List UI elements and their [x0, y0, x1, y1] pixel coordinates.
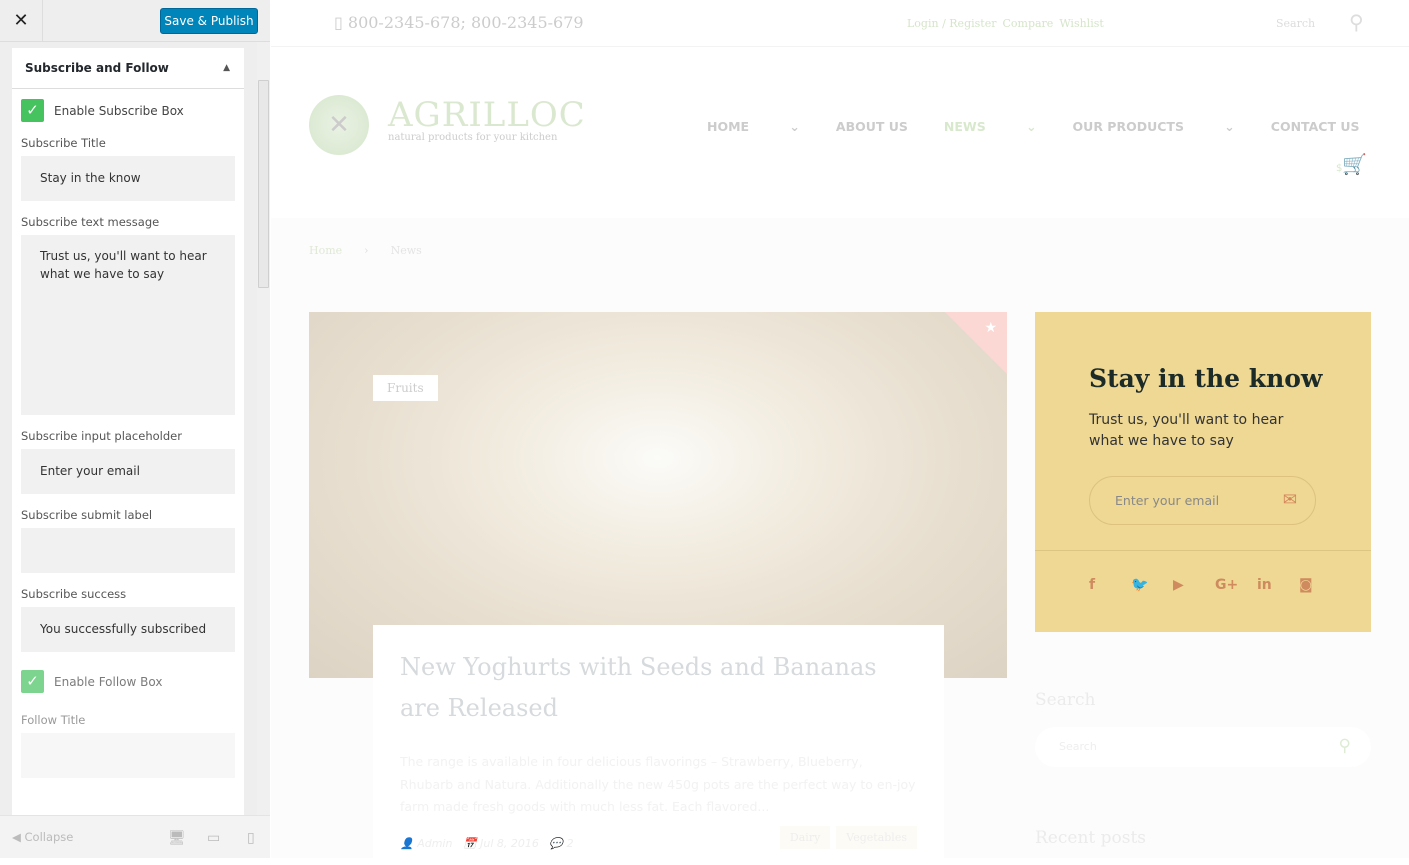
post-excerpt: The range is available in four delicious… — [400, 754, 916, 814]
customizer-header: ✕ Save & Publish — [0, 0, 270, 42]
placeholder-input[interactable]: Enter your email — [21, 449, 235, 494]
cart-icon[interactable]: $🛒 — [1336, 152, 1367, 176]
section-header[interactable]: Subscribe and Follow ▲ — [12, 48, 244, 89]
tag-vegetables[interactable]: Vegetables — [836, 826, 917, 849]
breadcrumb-current: News — [390, 244, 422, 257]
checkmark-icon[interactable]: ✓ — [21, 670, 44, 693]
field-label: Subscribe submit label — [21, 508, 153, 522]
featured-ribbon — [945, 312, 1007, 374]
subscribe-text-textarea[interactable]: Trust us, you'll want to hear what we ha… — [21, 235, 235, 415]
enable-follow-checkbox[interactable]: ✓ Enable Follow Box — [21, 670, 235, 693]
nav-news[interactable]: NEWS ⌄ — [944, 119, 1037, 134]
field-label: Subscribe text message — [21, 215, 160, 229]
login-link[interactable]: Login / Register — [907, 17, 996, 30]
instagram-icon[interactable]: ◙ — [1299, 577, 1341, 593]
compare-link[interactable]: Compare — [1002, 17, 1053, 30]
facebook-icon[interactable]: f — [1089, 577, 1131, 593]
breadcrumb: Home › News — [309, 244, 444, 257]
site-header: ✕ AGRILLOC natural products for your kit… — [271, 47, 1409, 218]
subscribe-title-input[interactable]: Stay in the know — [21, 156, 235, 201]
section-title: Subscribe and Follow — [25, 61, 169, 75]
recent-posts-title: Recent posts — [1035, 828, 1147, 848]
collapse-arrow-icon[interactable]: ▲ — [223, 48, 230, 89]
scrollbar-thumb[interactable] — [258, 80, 269, 288]
post-author[interactable]: Admin — [417, 837, 452, 850]
submit-label-input[interactable] — [21, 528, 235, 573]
tag-dairy[interactable]: Dairy — [779, 826, 831, 849]
checkmark-icon[interactable]: ✓ — [21, 99, 44, 122]
field-label: Subscribe input placeholder — [21, 429, 182, 443]
search-widget-input[interactable]: Search ⚲ — [1035, 727, 1371, 767]
enable-subscribe-checkbox[interactable]: ✓ Enable Subscribe Box — [21, 99, 235, 122]
google-plus-icon[interactable]: G+ — [1215, 577, 1257, 593]
wishlist-link[interactable]: Wishlist — [1059, 17, 1103, 30]
brand-name[interactable]: AGRILLOC — [388, 95, 586, 135]
youtube-icon[interactable]: ▶ — [1173, 577, 1215, 593]
brand-tagline: natural products for your kitchen — [388, 132, 558, 143]
scrollbar[interactable] — [257, 42, 270, 815]
nav-products[interactable]: OUR PRODUCTS ⌄ — [1073, 119, 1235, 134]
nav-home[interactable]: HOME ⌄ — [707, 119, 800, 134]
site-preview: ▯ 800-2345-678; 800-2345-679 Login / Reg… — [271, 0, 1409, 865]
save-publish-button[interactable]: Save & Publish — [160, 8, 258, 34]
desktop-preview-icon[interactable]: 🖥 — [168, 830, 186, 846]
main-nav: HOME ⌄ ABOUT US NEWS ⌄ OUR PRODUCTS ⌄ CO… — [707, 119, 1395, 134]
customizer-sidebar: ✕ Save & Publish Subscribe and Follow ▲ ✓… — [0, 0, 270, 858]
top-bar: ▯ 800-2345-678; 800-2345-679 Login / Reg… — [271, 0, 1409, 47]
field-label: Subscribe Title — [21, 136, 106, 150]
logo-icon[interactable]: ✕ — [309, 95, 369, 155]
collapse-button[interactable]: ◀ Collapse — [12, 830, 73, 844]
checkbox-label: Enable Follow Box — [54, 674, 163, 689]
post-meta: 👤 Admin 📅 Jul 8, 2016 💬 2 — [400, 837, 574, 850]
follow-title-input[interactable] — [21, 733, 235, 778]
divider — [1035, 550, 1371, 551]
nav-contact[interactable]: CONTACT US — [1271, 119, 1360, 134]
post-comments[interactable]: 2 — [567, 837, 574, 850]
twitter-icon[interactable]: 🐦 — [1131, 577, 1173, 593]
search-widget-title: Search — [1035, 690, 1096, 710]
post-date: Jul 8, 2016 — [480, 837, 539, 850]
success-input[interactable]: You successfully subscribed — [21, 607, 235, 652]
post-image[interactable]: ★ Fruits — [309, 312, 1007, 678]
tablet-preview-icon[interactable]: ▭ — [207, 830, 220, 846]
linkedin-icon[interactable]: in — [1257, 577, 1299, 593]
close-button[interactable]: ✕ — [0, 0, 43, 42]
breadcrumb-separator: › — [364, 244, 369, 257]
checkbox-label: Enable Subscribe Box — [54, 103, 184, 118]
field-label: Follow Title — [21, 713, 86, 727]
star-icon: ★ — [984, 320, 997, 336]
collapse-label: Collapse — [24, 830, 74, 844]
subscribe-email-input[interactable]: Enter your email ✉ — [1089, 476, 1316, 525]
subscribe-box: Stay in the know Trust us, you'll want t… — [1035, 312, 1371, 632]
post-card: New Yoghurts with Seeds and Bananas are … — [373, 625, 944, 865]
search-icon[interactable]: ⚲ — [1349, 10, 1364, 34]
post-title[interactable]: New Yoghurts with Seeds and Bananas are … — [400, 647, 917, 729]
envelope-icon[interactable]: ✉ — [1283, 490, 1297, 510]
category-tag[interactable]: Fruits — [373, 375, 438, 401]
nav-about[interactable]: ABOUT US — [836, 119, 908, 134]
social-links: f 🐦 ▶ G+ in ◙ — [1089, 577, 1341, 593]
search-icon[interactable]: ⚲ — [1339, 736, 1351, 756]
subscribe-text: Trust us, you'll want to hear what we ha… — [1089, 412, 1284, 449]
mobile-preview-icon[interactable]: ▯ — [247, 830, 255, 846]
customizer-footer: ◀ Collapse 🖥 ▭ ▯ — [0, 815, 270, 858]
breadcrumb-home[interactable]: Home — [309, 244, 342, 257]
field-label: Subscribe success — [21, 587, 127, 601]
section-panel: Subscribe and Follow ▲ ✓ Enable Subscribe … — [12, 48, 244, 815]
phone-numbers: ▯ 800-2345-678; 800-2345-679 — [334, 13, 584, 32]
subscribe-title: Stay in the know — [1089, 364, 1323, 393]
top-search-input[interactable]: Search — [1276, 17, 1315, 30]
